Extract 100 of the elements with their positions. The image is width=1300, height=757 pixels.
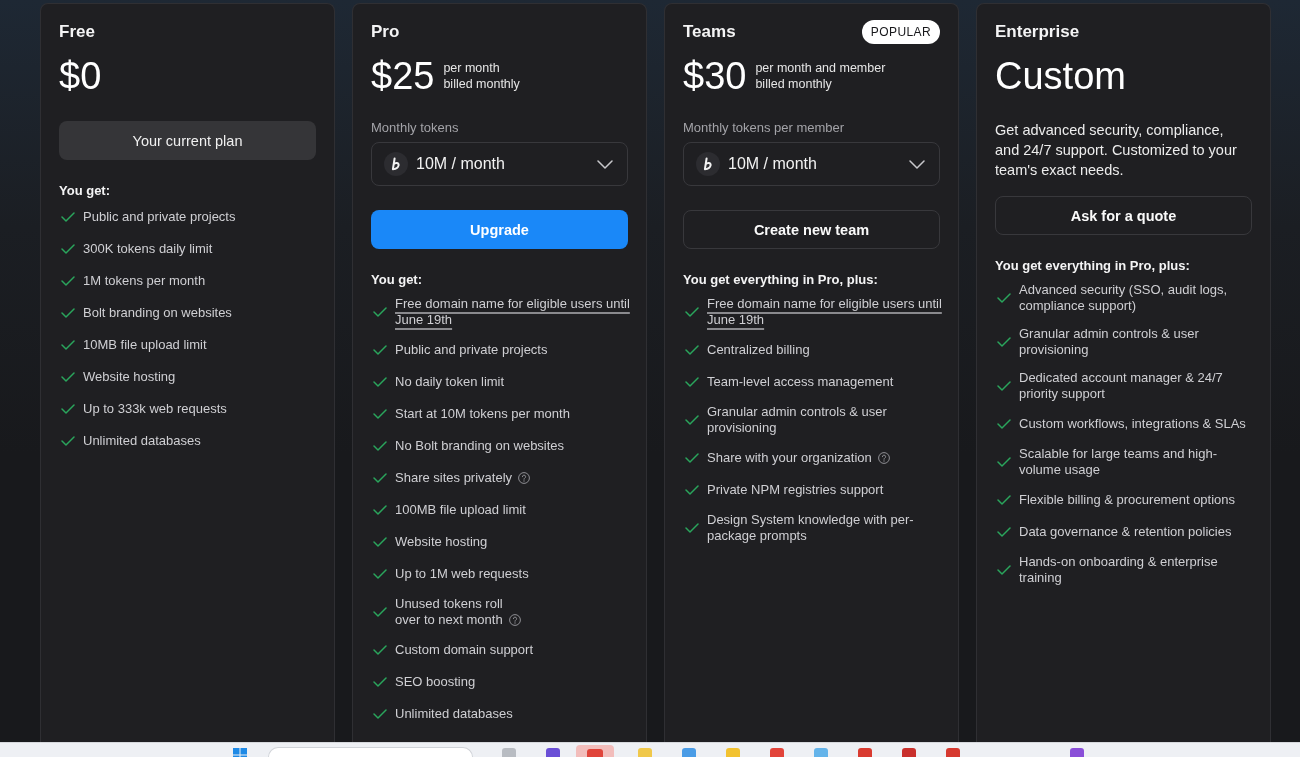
- check-icon: [685, 307, 699, 317]
- check-icon: [685, 345, 699, 355]
- check-icon: [61, 372, 75, 382]
- feature-text: Custom workflows, integrations & SLAs: [1019, 416, 1246, 431]
- price-note: per month and member: [755, 60, 886, 76]
- feature-text: Unused tokens roll over to next month: [395, 596, 503, 627]
- chevron-down-icon: [597, 159, 613, 169]
- check-icon: [997, 495, 1011, 505]
- app-icon[interactable]: [902, 748, 916, 757]
- tokens-dropdown[interactable]: 10M / month: [683, 142, 940, 186]
- check-icon: [685, 377, 699, 387]
- features-heading: You get:: [371, 272, 424, 288]
- app-icon[interactable]: [638, 748, 652, 757]
- tokens-label: Monthly tokens: [371, 119, 460, 137]
- plan-name: Enterprise: [995, 21, 1080, 43]
- features-heading: You get:: [59, 183, 112, 199]
- check-icon: [373, 709, 387, 719]
- app-icon[interactable]: [946, 748, 960, 757]
- feature-text: Up to 1M web requests: [395, 566, 529, 581]
- feature-text: Centralized billing: [707, 342, 810, 357]
- feature-text: Public and private projects: [395, 342, 548, 357]
- search-field[interactable]: [268, 747, 473, 757]
- check-icon: [373, 537, 387, 547]
- plan-price: $25: [371, 56, 435, 96]
- check-icon: [997, 565, 1011, 575]
- plan-name: Teams: [683, 21, 736, 43]
- feature-text: Granular admin controls & user provisioning: [1019, 326, 1199, 357]
- check-icon: [373, 677, 387, 687]
- plan-button[interactable]: Ask for a quote: [995, 196, 1252, 235]
- feature-text: Share sites privately: [395, 470, 513, 485]
- check-icon: [373, 645, 387, 655]
- check-icon: [373, 505, 387, 515]
- check-icon: [61, 404, 75, 414]
- check-icon: [685, 485, 699, 495]
- feature-text: Scalable for large teams and high-volume usage: [1019, 446, 1217, 477]
- feature-link[interactable]: Free domain name for eligible users until June 19th: [395, 296, 632, 328]
- check-icon: [997, 527, 1011, 537]
- check-icon: [61, 308, 75, 318]
- feature-text: 1M tokens per month: [83, 273, 206, 288]
- app-icon[interactable]: [546, 748, 560, 757]
- check-icon: [373, 607, 387, 617]
- price-note: billed monthly: [443, 76, 520, 92]
- feature-text: Private NPM registries support: [707, 482, 884, 497]
- check-icon: [61, 212, 75, 222]
- check-icon: [997, 457, 1011, 467]
- feature-text: No Bolt branding on websites: [395, 438, 565, 453]
- check-icon: [685, 415, 699, 425]
- app-icon[interactable]: [502, 748, 516, 757]
- plan-button[interactable]: Your current plan: [59, 121, 316, 160]
- check-icon: [373, 409, 387, 419]
- plan-price: Custom: [995, 56, 1126, 96]
- plan-button[interactable]: Upgrade: [371, 210, 628, 249]
- feature-text: Dedicated account manager & 24/7 priority support: [1019, 370, 1223, 401]
- app-icon[interactable]: [814, 748, 828, 757]
- check-icon: [61, 244, 75, 254]
- check-icon: [61, 436, 75, 446]
- tokens-label: Monthly tokens per member: [683, 119, 846, 137]
- price-note: billed monthly: [755, 76, 833, 92]
- check-icon: [997, 293, 1011, 303]
- check-icon: [997, 381, 1011, 391]
- feature-text: No daily token limit: [395, 374, 505, 389]
- check-icon: [373, 441, 387, 451]
- tokens-dropdown[interactable]: 10M / month: [371, 142, 628, 186]
- app-icon[interactable]: [770, 748, 784, 757]
- price-note: per month: [443, 60, 501, 76]
- feature-text: Up to 333k web requests: [83, 401, 227, 416]
- check-icon: [685, 523, 699, 533]
- feature-text: Unlimited databases: [395, 706, 513, 721]
- check-icon: [997, 337, 1011, 347]
- check-icon: [373, 473, 387, 483]
- feature-text: 100MB file upload limit: [395, 502, 526, 517]
- app-icon[interactable]: [858, 748, 872, 757]
- feature-text: Flexible billing & procurement options: [1019, 492, 1236, 507]
- feature-text: Hands-on onboarding & enterprise training: [1019, 554, 1218, 585]
- feature-text: Public and private projects: [83, 209, 236, 224]
- feature-text: 300K tokens daily limit: [83, 241, 213, 256]
- features-heading: You get everything in Pro, plus:: [683, 272, 879, 288]
- plan-price: $30: [683, 56, 747, 96]
- feature-link[interactable]: Free domain name for eligible users until June 19th: [707, 296, 944, 328]
- check-icon: [61, 340, 75, 350]
- features-heading: You get everything in Pro, plus:: [995, 258, 1191, 274]
- feature-text: Share with your organization: [707, 450, 872, 465]
- app-icon[interactable]: [726, 748, 740, 757]
- app-icon[interactable]: [576, 745, 614, 757]
- feature-text: Unlimited databases: [83, 433, 201, 448]
- check-icon: [997, 419, 1011, 429]
- check-icon: [685, 453, 699, 463]
- app-icon[interactable]: [1070, 748, 1084, 757]
- popular-badge: POPULAR: [861, 20, 940, 44]
- feature-text: Website hosting: [83, 369, 176, 384]
- coin-icon: [384, 152, 408, 176]
- feature-text: Start at 10M tokens per month: [395, 406, 570, 421]
- coin-icon: [696, 152, 720, 176]
- plan-description: Get advanced security, compliance, and 24/7 support. Customized to your team's exact needs.: [995, 121, 1238, 180]
- feature-text: Team-level access management: [707, 374, 894, 389]
- plan-name: Pro: [371, 21, 400, 43]
- app-icon[interactable]: [682, 748, 696, 757]
- start-icon[interactable]: [233, 748, 247, 757]
- feature-text: Advanced security (SSO, audit logs, compliance support): [1019, 282, 1228, 313]
- plan-button[interactable]: Create new team: [683, 210, 940, 249]
